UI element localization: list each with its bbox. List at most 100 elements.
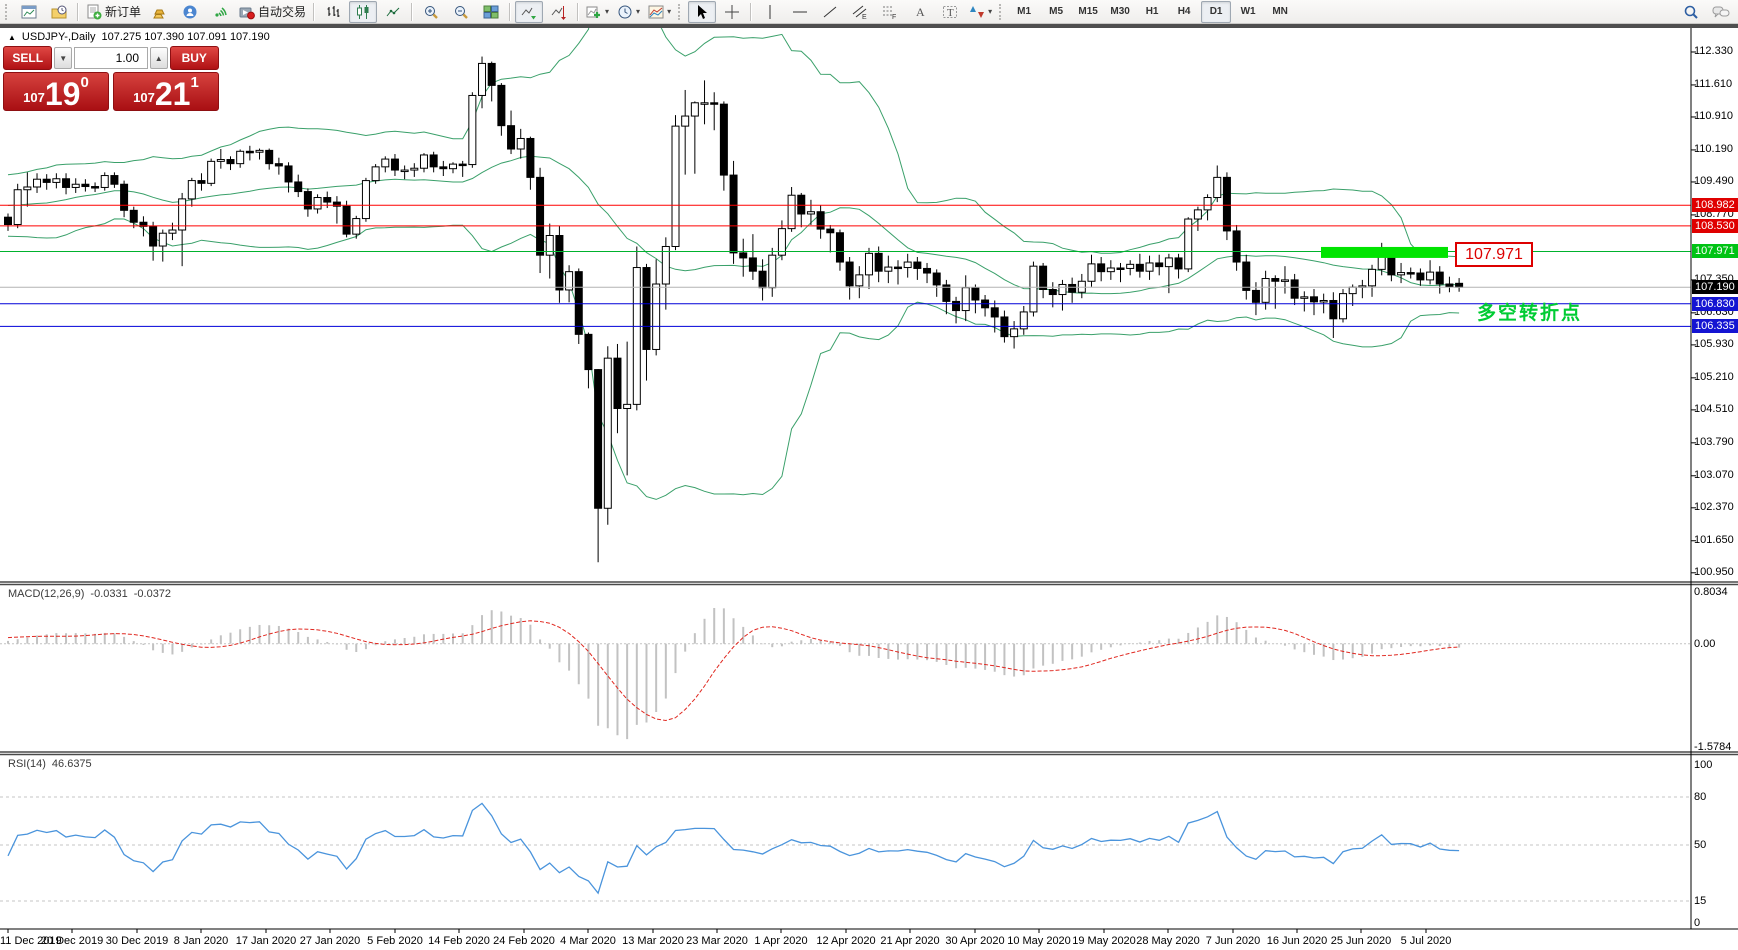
- volume-increase-button[interactable]: ▲: [150, 47, 168, 69]
- bar-chart-icon: [325, 4, 341, 20]
- templates-dropdown-caret: ▾: [667, 8, 671, 16]
- arrows-button[interactable]: ▾: [966, 1, 995, 23]
- collapse-panel-icon[interactable]: ▲: [8, 33, 16, 42]
- horizontal-line-button[interactable]: [786, 1, 814, 23]
- bear-candle: [895, 267, 902, 269]
- tile-windows-button[interactable]: [477, 1, 505, 23]
- vertical-line-button[interactable]: [756, 1, 784, 23]
- trendline-button[interactable]: [816, 1, 844, 23]
- timeframe-h4-button[interactable]: H4: [1169, 1, 1199, 23]
- bull-candle: [256, 150, 263, 152]
- equidistant-channel-button[interactable]: E: [846, 1, 874, 23]
- buy-button[interactable]: BUY: [170, 46, 219, 70]
- text-label-button[interactable]: T: [936, 1, 964, 23]
- bear-candle: [575, 272, 582, 335]
- bear-candle: [343, 206, 350, 234]
- chart-shift-button[interactable]: [545, 1, 573, 23]
- rsi-line: [8, 803, 1459, 893]
- volume-input[interactable]: [74, 47, 148, 69]
- bear-candle: [275, 164, 282, 166]
- text-label-icon: T: [942, 4, 958, 20]
- bull-candle: [479, 63, 486, 95]
- chat-button[interactable]: [1707, 1, 1735, 23]
- svg-text:A: A: [916, 5, 925, 19]
- bull-candle: [865, 253, 872, 275]
- bull-candle: [633, 268, 640, 405]
- bull-candle: [1194, 210, 1201, 219]
- sell-button[interactable]: SELL: [3, 46, 52, 70]
- timeframe-mn-button[interactable]: MN: [1265, 1, 1295, 23]
- bear-candle: [285, 166, 292, 182]
- indicators-button[interactable]: ▾: [583, 1, 612, 23]
- bull-candle: [653, 284, 660, 349]
- bear-candle: [508, 126, 515, 149]
- bull-candle: [807, 212, 814, 214]
- chart-canvas[interactable]: [0, 28, 1738, 950]
- timeframe-m30-button[interactable]: M30: [1105, 1, 1135, 23]
- signals-button[interactable]: [206, 1, 234, 23]
- deposit-button[interactable]: [146, 1, 174, 23]
- line-chart-button[interactable]: [379, 1, 407, 23]
- macd-value: -0.0331: [90, 588, 127, 600]
- periods-button[interactable]: ▾: [614, 1, 643, 23]
- toolbar-drag-handle[interactable]: [678, 4, 684, 20]
- bear-candle: [459, 164, 466, 166]
- bear-candle: [827, 229, 834, 233]
- chart-window[interactable]: 112.330111.610110.910110.190109.490108.7…: [0, 28, 1738, 950]
- bull-candle: [1349, 287, 1356, 293]
- toolbar-drag-handle[interactable]: [999, 4, 1005, 20]
- bear-candle: [991, 308, 998, 317]
- volume-decrease-button[interactable]: ▼: [54, 47, 72, 69]
- bear-candle: [1136, 264, 1143, 271]
- bear-candle: [488, 63, 495, 85]
- bear-candle: [972, 288, 979, 300]
- text-button[interactable]: A: [906, 1, 934, 23]
- new-chart-button[interactable]: [15, 1, 43, 23]
- profiles-button[interactable]: [45, 1, 73, 23]
- toolbar-drag-handle[interactable]: [5, 4, 11, 20]
- sell-price-point: 0: [80, 74, 88, 91]
- bear-candle: [5, 217, 12, 224]
- timeframe-m1-button[interactable]: M1: [1009, 1, 1039, 23]
- timeframe-d1-button[interactable]: D1: [1201, 1, 1231, 23]
- timeframe-w1-button[interactable]: W1: [1233, 1, 1263, 23]
- bar-chart-button[interactable]: [319, 1, 347, 23]
- search-button[interactable]: [1677, 1, 1705, 23]
- bear-candle: [614, 358, 621, 408]
- bull-candle: [217, 160, 224, 162]
- timeframe-m15-button[interactable]: M15: [1073, 1, 1103, 23]
- mql5-community-button[interactable]: [176, 1, 204, 23]
- zoom-in-button[interactable]: [417, 1, 445, 23]
- bear-candle: [836, 233, 843, 262]
- autoscroll-button[interactable]: [515, 1, 543, 23]
- timeframe-h1-button[interactable]: H1: [1137, 1, 1167, 23]
- candlestick-chart-button[interactable]: [349, 1, 377, 23]
- buy-price-tile[interactable]: 107 21 1: [113, 72, 219, 111]
- sell-price-tile[interactable]: 107 19 0: [3, 72, 109, 111]
- zoom-out-button[interactable]: [447, 1, 475, 23]
- trendline-icon: [822, 4, 838, 20]
- bear-candle: [1436, 272, 1443, 284]
- templates-button[interactable]: ▾: [645, 1, 674, 23]
- bear-candle: [1291, 280, 1298, 298]
- bull-candle: [188, 181, 195, 199]
- autotrading-button[interactable]: 自动交易: [236, 1, 309, 23]
- signals-icon: [212, 4, 228, 20]
- crosshair-button[interactable]: [718, 1, 746, 23]
- text-icon: A: [912, 4, 928, 20]
- timeframe-m5-button[interactable]: M5: [1041, 1, 1071, 23]
- highlight-rectangle[interactable]: [1321, 247, 1448, 258]
- bear-candle: [1049, 290, 1056, 295]
- new-order-button[interactable]: 新订单: [83, 1, 144, 23]
- bear-candle: [527, 138, 534, 177]
- bear-candle: [198, 181, 205, 184]
- fibonacci-button[interactable]: F: [876, 1, 904, 23]
- chart-annotation-text[interactable]: 多空转折点: [1477, 298, 1582, 325]
- bull-candle: [53, 179, 60, 183]
- bear-candle: [1069, 284, 1076, 292]
- gold-ingot-icon: [152, 4, 168, 20]
- cursor-button[interactable]: [688, 1, 716, 23]
- line-chart-icon: [385, 4, 401, 20]
- price-callout-label[interactable]: 107.971: [1455, 242, 1533, 267]
- bull-candle: [1011, 329, 1018, 337]
